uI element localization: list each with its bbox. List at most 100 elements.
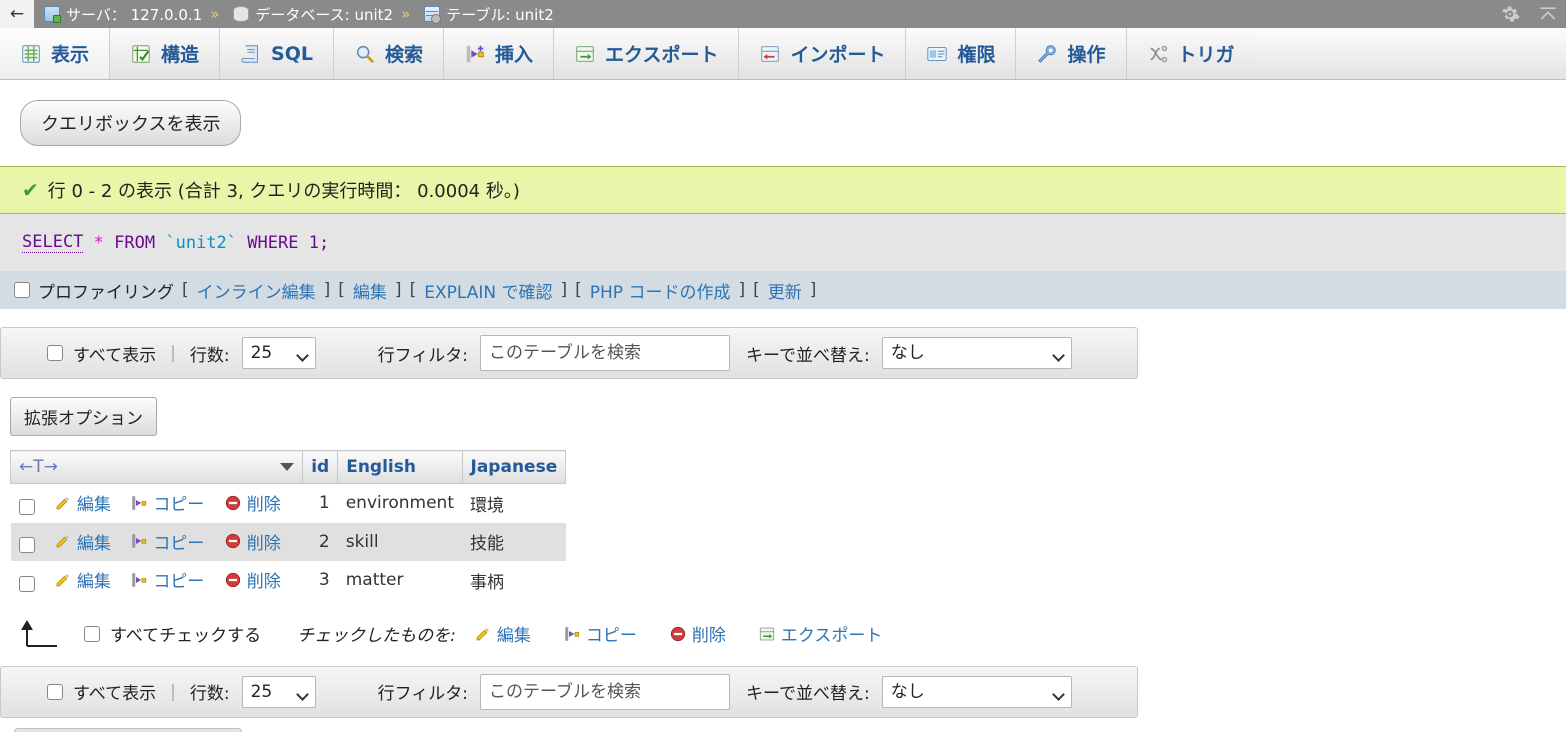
column-header-english[interactable]: English bbox=[337, 450, 463, 484]
cell-english: environment bbox=[345, 493, 454, 514]
show-all-label-top: すべて表示 bbox=[73, 345, 157, 366]
column-header-japanese[interactable]: Japanese bbox=[461, 450, 567, 484]
profiling-bar: プロファイリング [ インライン編集 ] [ 編集 ] [ EXPLAIN で確… bbox=[0, 271, 1566, 309]
breadcrumb-item-server[interactable]: サーバ： 127.0.0.1 bbox=[34, 4, 206, 25]
link-inline-edit[interactable]: インライン編集 bbox=[197, 278, 316, 303]
extended-options-button[interactable]: 拡張オプション bbox=[10, 397, 157, 436]
tab-search[interactable]: 検索 bbox=[333, 28, 444, 79]
row-checkbox[interactable] bbox=[18, 498, 35, 515]
bulk-copy-action[interactable]: コピー bbox=[563, 621, 637, 646]
operations-icon bbox=[1038, 44, 1057, 63]
link-explain[interactable]: EXPLAIN で確認 bbox=[424, 278, 552, 303]
executed-sql-query[interactable]: SELECT * FROM `unit2` WHERE 1; bbox=[0, 214, 1566, 271]
row-delete-action[interactable]: 削除 bbox=[224, 567, 281, 592]
link-create-php-code[interactable]: PHP コードの作成 bbox=[590, 278, 731, 303]
export-icon bbox=[759, 627, 774, 640]
tab-import[interactable]: インポート bbox=[739, 28, 907, 79]
sql-icon bbox=[241, 44, 258, 63]
tab-import-label: インポート bbox=[790, 44, 886, 66]
breadcrumb-database-label: データベース: unit2 bbox=[255, 5, 394, 24]
tab-triggers[interactable]: トリガ bbox=[1126, 28, 1255, 79]
tab-browse-label: 表示 bbox=[51, 44, 90, 66]
rows-select-top[interactable]: 25 bbox=[241, 337, 316, 369]
row-edit-label: 編集 bbox=[76, 572, 111, 592]
breadcrumb-separator: » bbox=[401, 5, 411, 23]
rows-select-bottom[interactable]: 25 bbox=[241, 675, 316, 708]
collapse-icon[interactable] bbox=[1538, 4, 1558, 24]
gear-icon[interactable] bbox=[1500, 4, 1520, 24]
bulk-delete-action[interactable]: 削除 bbox=[669, 621, 726, 646]
main-tab-bar: 表示 構造 SQL 検索 挿入 エクスポート インポート 権限 操作 トリガ bbox=[0, 28, 1566, 80]
link-edit[interactable]: 編集 bbox=[353, 278, 387, 303]
bulk-export-label: エクスポート bbox=[780, 626, 883, 646]
sql-keyword-from: FROM bbox=[114, 232, 156, 253]
tab-structure[interactable]: 構造 bbox=[110, 28, 221, 79]
row-filter-input-bottom[interactable] bbox=[480, 673, 730, 710]
table-row[interactable]: 編集 コピー bbox=[10, 561, 566, 600]
row-edit-label: 編集 bbox=[76, 533, 111, 554]
row-edit-action[interactable]: 編集 bbox=[54, 567, 111, 592]
row-checkbox[interactable] bbox=[18, 575, 35, 592]
row-copy-action[interactable]: コピー bbox=[130, 529, 204, 554]
pencil-icon bbox=[56, 496, 69, 509]
sort-by-key-select-top[interactable]: なし bbox=[881, 337, 1072, 369]
cell-id: 2 bbox=[318, 531, 330, 552]
bulk-export-action[interactable]: エクスポート bbox=[758, 621, 883, 646]
filter-bar-top: すべて表示 | 行数: 25 行フィルタ: キーで並べ替え: なし bbox=[0, 327, 1138, 379]
row-delete-label: 削除 bbox=[246, 572, 281, 592]
database-icon bbox=[233, 6, 250, 22]
success-message-text: 行 0 - 2 の表示 (合計 3, クエリの実行時間： 0.0004 秒。) bbox=[47, 181, 520, 202]
pencil-icon bbox=[56, 535, 69, 548]
tab-insert[interactable]: 挿入 bbox=[444, 28, 555, 79]
row-copy-action[interactable]: コピー bbox=[130, 490, 204, 515]
breadcrumb-item-table[interactable]: テーブル: unit2 bbox=[414, 4, 558, 25]
tab-browse[interactable]: 表示 bbox=[0, 28, 111, 79]
bulk-edit-label: 編集 bbox=[496, 626, 531, 646]
bracket-open: [ bbox=[575, 280, 582, 300]
tab-export[interactable]: エクスポート bbox=[554, 28, 740, 79]
query-results-operations-panel-stub[interactable] bbox=[14, 727, 242, 732]
sort-by-key-select-bottom[interactable]: なし bbox=[881, 675, 1072, 708]
arrow-up-left-icon bbox=[21, 619, 57, 647]
show-all-checkbox-top[interactable] bbox=[47, 345, 63, 361]
link-refresh[interactable]: 更新 bbox=[768, 278, 802, 303]
copy-icon bbox=[132, 572, 147, 587]
row-actions: 編集 コピー 削除 bbox=[11, 561, 303, 600]
row-copy-action[interactable]: コピー bbox=[130, 567, 204, 592]
show-query-box-button[interactable]: クエリボックスを表示 bbox=[20, 100, 242, 146]
row-checkbox[interactable] bbox=[18, 537, 35, 553]
bulk-copy-label: コピー bbox=[585, 626, 637, 646]
back-arrow-icon[interactable]: ← bbox=[0, 0, 34, 28]
chevron-down-icon[interactable] bbox=[280, 463, 295, 471]
row-edit-action[interactable]: 編集 bbox=[54, 490, 111, 515]
rows-select-wrap-top: 25 bbox=[241, 337, 316, 369]
bulk-edit-action[interactable]: 編集 bbox=[474, 621, 531, 646]
sort-by-key-label-top: キーで並べ替え: bbox=[746, 345, 870, 366]
show-all-checkbox-bottom[interactable] bbox=[47, 683, 63, 700]
tab-export-label: エクスポート bbox=[605, 44, 719, 66]
column-header-id[interactable]: id bbox=[302, 450, 339, 484]
row-delete-action[interactable]: 削除 bbox=[224, 529, 281, 554]
table-row[interactable]: 編集 コピー bbox=[10, 483, 566, 523]
profiling-checkbox[interactable] bbox=[14, 282, 30, 298]
sql-keyword-select: SELECT bbox=[22, 232, 84, 253]
breadcrumb-item-database[interactable]: データベース: unit2 bbox=[223, 4, 397, 25]
import-icon bbox=[761, 45, 780, 62]
row-filter-label-bottom: 行フィルタ: bbox=[377, 684, 468, 704]
divider: | bbox=[170, 343, 176, 363]
sort-order-header[interactable]: ←T→ bbox=[9, 450, 304, 484]
check-all-checkbox[interactable] bbox=[84, 625, 100, 642]
cell-english: skill bbox=[345, 531, 379, 552]
triggers-icon bbox=[1149, 45, 1167, 62]
bracket-close: ] bbox=[323, 280, 331, 300]
tab-privileges[interactable]: 権限 bbox=[906, 28, 1017, 79]
row-delete-action[interactable]: 削除 bbox=[224, 490, 281, 515]
row-filter-input-top[interactable] bbox=[480, 335, 730, 371]
sort-order-label: ←T→ bbox=[19, 457, 58, 477]
row-edit-action[interactable]: 編集 bbox=[54, 529, 111, 554]
table-row[interactable]: 編集 コピー bbox=[10, 522, 566, 561]
tab-operations[interactable]: 操作 bbox=[1016, 28, 1127, 79]
tab-sql[interactable]: SQL bbox=[220, 28, 334, 79]
breadcrumb-tools bbox=[1500, 0, 1558, 28]
cell-japanese: 環境 bbox=[470, 495, 504, 516]
